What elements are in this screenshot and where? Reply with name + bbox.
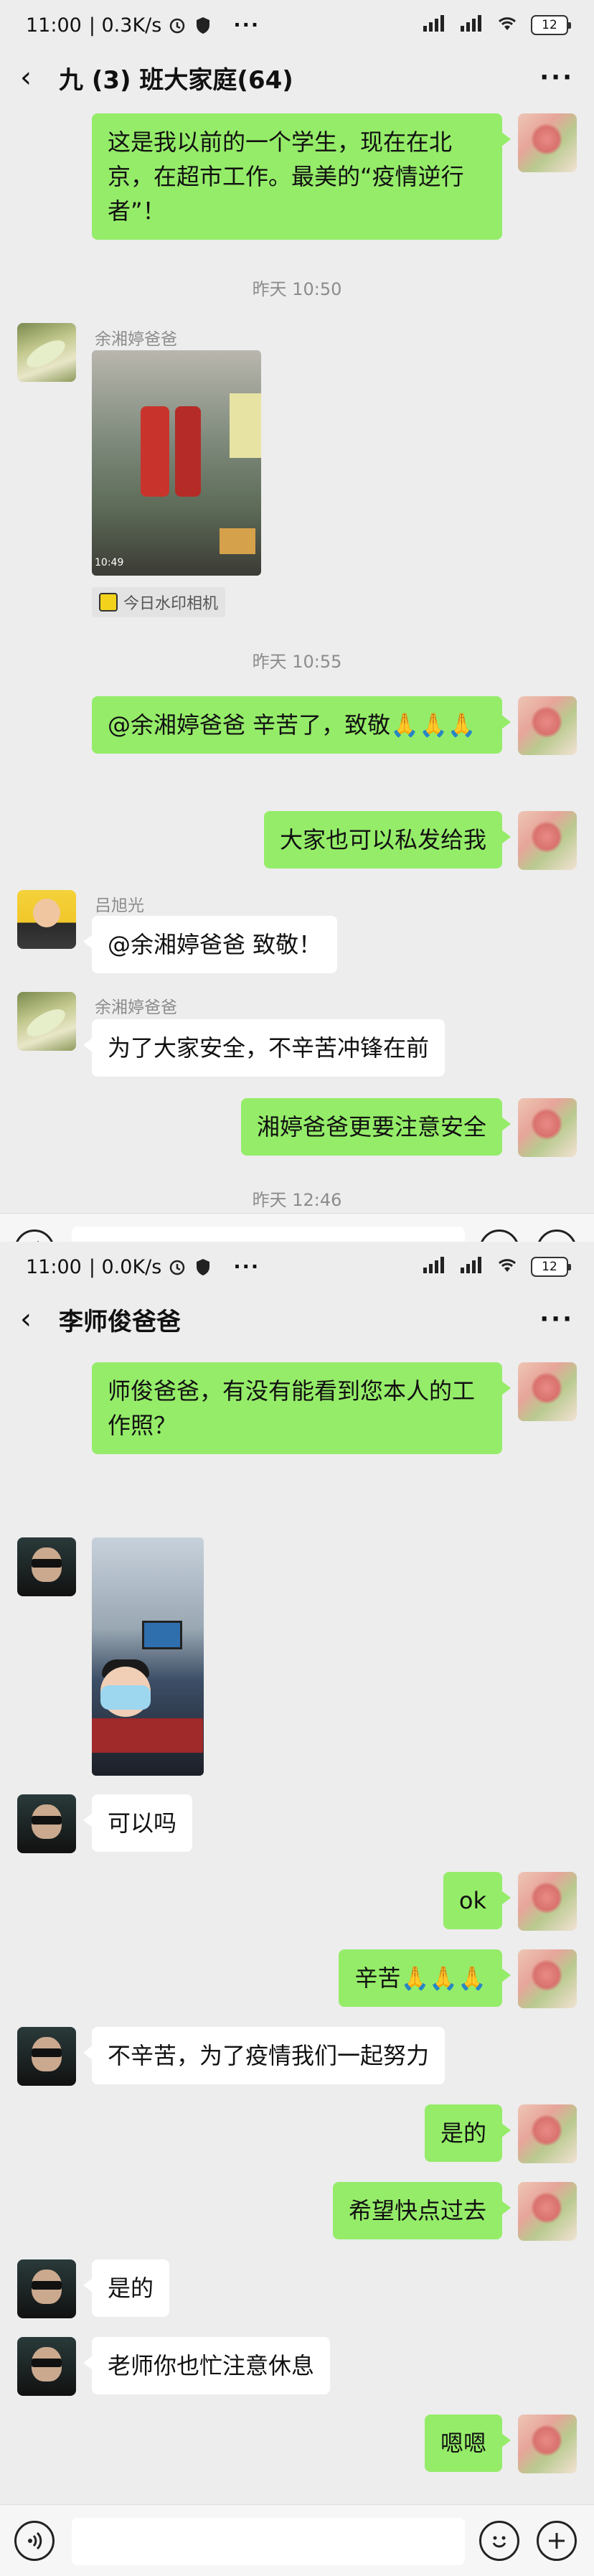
sender-name: 余湘婷爸爸 xyxy=(95,330,177,349)
avatar[interactable] xyxy=(518,2415,577,2473)
input-bar xyxy=(0,1213,594,1242)
avatar[interactable] xyxy=(518,811,577,870)
emoji-icon[interactable] xyxy=(479,1230,519,1242)
emoji-icon[interactable] xyxy=(479,2521,519,2561)
avatar[interactable] xyxy=(518,2182,577,2241)
avatar[interactable] xyxy=(17,2027,76,2086)
photo-stamp: 10:49 xyxy=(95,557,124,568)
chat-header: ‹ 李师俊爸爸 ··· xyxy=(0,1292,594,1346)
message-bubble[interactable]: 老师你也忙注意休息 xyxy=(82,2337,331,2394)
signal-icon xyxy=(459,13,484,38)
avatar[interactable] xyxy=(17,2337,76,2396)
message-bubble[interactable]: 希望快点过去 xyxy=(332,2182,512,2239)
back-icon[interactable]: ‹ xyxy=(20,1305,49,1334)
message-bubble[interactable]: @余湘婷爸爸 致敬！ xyxy=(82,916,338,973)
avatar[interactable] xyxy=(518,1098,577,1157)
timestamp: 昨天 10:55 xyxy=(252,652,342,672)
more-options-icon[interactable]: ··· xyxy=(539,63,574,92)
more-options-icon[interactable]: ··· xyxy=(539,1305,574,1334)
more-notifications-icon: ··· xyxy=(233,14,260,37)
avatar[interactable] xyxy=(518,113,577,172)
network-speed: 0.0K/s xyxy=(101,1255,162,1278)
chat-title: 九 (3) 班大家庭(64) xyxy=(59,65,293,95)
more-notifications-icon: ··· xyxy=(233,1255,260,1278)
message-bubble[interactable]: 为了大家安全，不辛苦冲锋在前 xyxy=(82,1019,446,1077)
avatar[interactable] xyxy=(518,696,577,755)
add-icon[interactable] xyxy=(537,1230,577,1242)
hd-signal-icon xyxy=(419,1255,448,1280)
message-bubble[interactable]: 这是我以前的一个学生，现在在北京，在超市工作。最美的“疫情逆行者”！ xyxy=(92,113,511,240)
avatar[interactable] xyxy=(17,1537,76,1596)
message-bubble[interactable]: 是的 xyxy=(424,2104,512,2162)
input-bar xyxy=(0,2504,594,2576)
shield-icon xyxy=(193,1257,213,1277)
message-bubble[interactable]: 是的 xyxy=(82,2259,170,2317)
add-icon[interactable] xyxy=(537,2521,577,2561)
message-bubble[interactable]: 辛苦🙏🙏🙏 xyxy=(339,1949,511,2007)
chat-screen-private: 11:00 | 0.0K/s ··· 12 ‹ 李师俊爸爸 ··· 师俊爸爸，有 xyxy=(0,1242,594,2576)
timestamp: 昨天 10:50 xyxy=(252,279,342,299)
photo-message[interactable] xyxy=(92,1537,204,1776)
avatar[interactable] xyxy=(518,2104,577,2163)
sender-name: 吕旭光 xyxy=(95,896,144,915)
signal-icon xyxy=(459,1255,484,1280)
alarm-icon xyxy=(167,15,187,35)
voice-icon[interactable] xyxy=(14,1230,55,1242)
chat-header: ‹ 九 (3) 班大家庭(64) ··· xyxy=(0,50,594,105)
battery-icon: 12 xyxy=(531,1257,571,1277)
message-bubble[interactable]: @余湘婷爸爸 辛苦了，致敬🙏🙏🙏 xyxy=(92,696,511,754)
chat-title: 李师俊爸爸 xyxy=(59,1307,181,1336)
avatar[interactable] xyxy=(17,992,76,1051)
watermark-badge[interactable]: 今日水印相机 xyxy=(92,587,226,617)
battery-icon: 12 xyxy=(531,15,571,35)
avatar[interactable] xyxy=(17,1794,76,1853)
voice-icon[interactable] xyxy=(14,2521,55,2561)
avatar[interactable] xyxy=(17,890,76,949)
sender-name: 余湘婷爸爸 xyxy=(95,998,177,1017)
message-bubble[interactable]: ok xyxy=(443,1872,512,1929)
hd-signal-icon xyxy=(419,13,448,38)
status-time: 11:00 xyxy=(26,1255,82,1278)
wifi-icon xyxy=(495,13,519,38)
message-input[interactable] xyxy=(72,2518,465,2565)
photo-message[interactable]: 10:49 xyxy=(92,350,261,576)
watermark-camera-icon xyxy=(99,593,118,612)
message-input[interactable] xyxy=(72,1227,465,1242)
status-bar: 11:00 | 0.3K/s ··· 12 xyxy=(0,0,594,50)
message-bubble[interactable]: 大家也可以私发给我 xyxy=(263,811,512,868)
message-bubble[interactable]: 湘婷爸爸更要注意安全 xyxy=(240,1098,512,1156)
avatar[interactable] xyxy=(17,2259,76,2318)
alarm-icon xyxy=(167,1257,187,1277)
message-bubble[interactable]: 可以吗 xyxy=(82,1794,193,1852)
message-bubble[interactable]: 嗯嗯 xyxy=(424,2415,512,2472)
wifi-icon xyxy=(495,1255,519,1280)
timestamp: 昨天 12:46 xyxy=(252,1190,342,1210)
message-bubble[interactable]: 师俊爸爸，有没有能看到您本人的工作照？ xyxy=(92,1362,511,1454)
message-bubble[interactable]: 不辛苦，为了疫情我们一起努力 xyxy=(82,2027,446,2084)
status-time: 11:00 xyxy=(26,14,82,37)
chat-screen-group: 11:00 | 0.3K/s ··· 12 ‹ 九 (3) 班大家庭(64) ·… xyxy=(0,0,594,1242)
avatar[interactable] xyxy=(518,1949,577,2008)
avatar[interactable] xyxy=(518,1362,577,1421)
shield-icon xyxy=(193,15,213,35)
avatar[interactable] xyxy=(518,1872,577,1931)
network-speed: 0.3K/s xyxy=(101,14,162,37)
back-icon[interactable]: ‹ xyxy=(20,63,49,92)
status-bar: 11:00 | 0.0K/s ··· 12 xyxy=(0,1242,594,1292)
avatar[interactable] xyxy=(17,323,76,382)
